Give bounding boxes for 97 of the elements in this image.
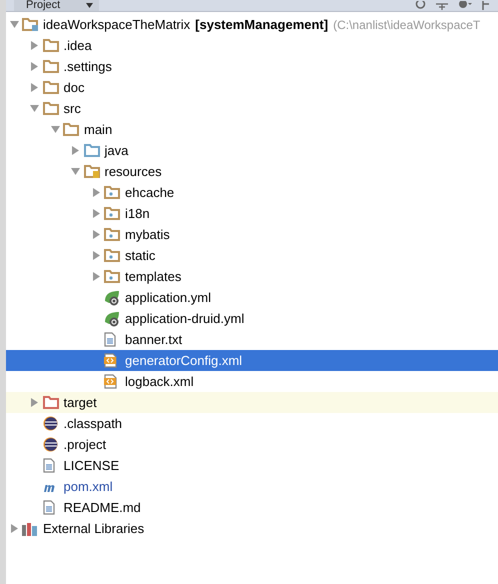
- folder-icon: [42, 60, 58, 73]
- folder-icon: [42, 396, 58, 409]
- tree-row[interactable]: application-druid.yml: [6, 308, 498, 329]
- library-books-icon: [22, 522, 38, 536]
- tree-row[interactable]: target: [6, 392, 498, 413]
- hide-icon[interactable]: [482, 1, 490, 10]
- tree-row[interactable]: application.yml: [6, 287, 498, 308]
- module-name: [systemManagement]: [195, 17, 328, 32]
- folder-icon: [42, 81, 58, 94]
- expand-arrow-icon[interactable]: [10, 524, 18, 533]
- tree-item-label: .idea: [62, 38, 92, 53]
- xml-file-icon: [104, 353, 118, 368]
- package-folder-icon: [104, 249, 120, 262]
- tree-row[interactable]: generatorConfig.xml: [6, 350, 498, 371]
- tree-row[interactable]: README.md: [6, 497, 498, 518]
- tree-item-label: resources: [104, 164, 162, 179]
- expand-arrow-icon[interactable]: [92, 251, 100, 260]
- package-folder-icon: [104, 186, 120, 199]
- tree-item-label: .project: [62, 437, 106, 452]
- project-path: (C:\nanlist\ideaWorkspaceT: [333, 18, 480, 32]
- package-folder-icon: [104, 228, 120, 241]
- tree-item-label: i18n: [124, 206, 150, 221]
- tree-item-label: java: [104, 143, 128, 158]
- xml-file-icon: [104, 374, 118, 389]
- tree-row[interactable]: .settings: [6, 56, 498, 77]
- tree-row[interactable]: mybatis: [6, 224, 498, 245]
- tree-item-label: mybatis: [124, 227, 170, 242]
- tree-row[interactable]: i18n: [6, 203, 498, 224]
- expand-arrow-icon[interactable]: [30, 398, 39, 407]
- folder-icon: [84, 144, 100, 157]
- tree-item-label: src: [62, 101, 81, 116]
- tree-item-label: application.yml: [124, 290, 211, 305]
- tree-item-label: banner.txt: [124, 332, 182, 347]
- expand-arrow-icon[interactable]: [92, 272, 100, 281]
- tree-item-label: static: [124, 248, 156, 263]
- expand-arrow-icon[interactable]: [30, 62, 39, 71]
- collapse-arrow-icon[interactable]: [50, 125, 60, 134]
- tree-item-label: External Libraries: [42, 521, 144, 536]
- expand-arrow-icon[interactable]: [92, 209, 100, 218]
- package-folder-icon: [104, 270, 120, 283]
- collapse-arrow-icon[interactable]: [30, 104, 39, 113]
- tree-item-label: target: [62, 395, 97, 410]
- tree-row[interactable]: main: [6, 119, 498, 140]
- expand-arrow-icon[interactable]: [30, 83, 39, 92]
- tree-row[interactable]: templates: [6, 266, 498, 287]
- collapse-arrow-icon[interactable]: [10, 20, 18, 29]
- text-file-icon: [42, 458, 54, 473]
- eclipse-icon: [42, 437, 58, 452]
- tree-item-label: templates: [124, 269, 182, 284]
- tree-row[interactable]: .idea: [6, 35, 498, 56]
- folder-icon: [22, 18, 38, 31]
- settings-icon[interactable]: [458, 1, 472, 10]
- tree-row[interactable]: resources: [6, 161, 498, 182]
- collapse-arrow-icon[interactable]: [71, 167, 80, 176]
- leaf-icon: [104, 290, 120, 306]
- tree-row[interactable]: banner.txt: [6, 329, 498, 350]
- tree-item-label: application-druid.yml: [124, 311, 244, 326]
- tree-item-label: doc: [62, 80, 84, 95]
- tree-item-label: ideaWorkspaceTheMatrix: [42, 17, 190, 32]
- text-file-icon: [42, 500, 54, 515]
- caret-icon: [86, 3, 94, 8]
- eclipse-icon: [42, 416, 58, 431]
- tree-row[interactable]: ehcache: [6, 182, 498, 203]
- text-file-icon: [104, 332, 116, 347]
- folder-icon: [63, 123, 79, 136]
- tree-row[interactable]: External Libraries: [6, 518, 498, 539]
- tree-item-label: README.md: [62, 500, 141, 515]
- tree-row[interactable]: logback.xml: [6, 371, 498, 392]
- collapse-icon[interactable]: [436, 1, 448, 10]
- package-folder-icon: [104, 207, 120, 220]
- tree-item-label: main: [83, 122, 112, 137]
- folder-icon: [42, 39, 58, 52]
- tree-row[interactable]: java: [6, 140, 498, 161]
- leaf-icon: [104, 310, 120, 326]
- expand-arrow-icon[interactable]: [92, 188, 100, 197]
- tree-item-label: ehcache: [124, 185, 174, 200]
- expand-arrow-icon[interactable]: [30, 41, 39, 50]
- tree-row[interactable]: doc: [6, 77, 498, 98]
- folder-icon: [42, 102, 58, 115]
- expand-arrow-icon[interactable]: [92, 230, 100, 239]
- tree-item-label: logback.xml: [124, 374, 194, 389]
- tree-row[interactable]: static: [6, 245, 498, 266]
- view-dropdown[interactable]: Project: [14, 0, 100, 11]
- tree-item-label: LICENSE: [62, 458, 120, 473]
- expand-arrow-icon[interactable]: [71, 146, 80, 155]
- tree-row[interactable]: .project: [6, 434, 498, 455]
- tree-row[interactable]: src: [6, 98, 498, 119]
- tree-row[interactable]: ideaWorkspaceTheMatrix [systemManagement] (C:\nanlist\ideaWorkspaceT: [6, 14, 498, 35]
- tree-row[interactable]: .classpath: [6, 413, 498, 434]
- tree-item-label: generatorConfig.xml: [124, 353, 242, 368]
- folder-icon: [84, 165, 100, 178]
- tree-item-label: .classpath: [62, 416, 122, 431]
- tree-row[interactable]: LICENSE: [6, 455, 498, 476]
- tree-item-label: .settings: [62, 59, 112, 74]
- tree-row[interactable]: pom.xml: [6, 476, 498, 497]
- tree-item-label: pom.xml: [62, 479, 113, 494]
- target-icon[interactable]: [415, 1, 426, 10]
